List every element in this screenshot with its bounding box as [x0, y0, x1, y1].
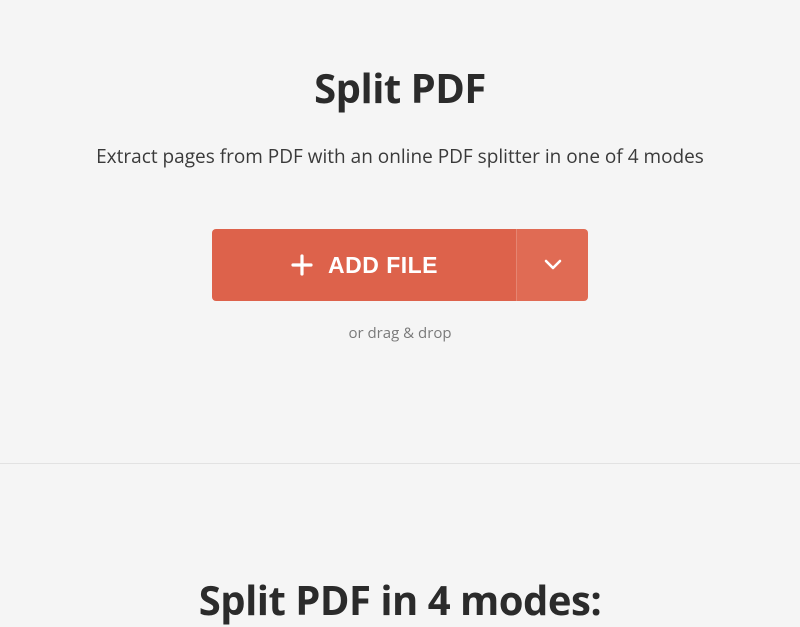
- chevron-down-icon: [541, 252, 565, 279]
- add-file-label: ADD FILE: [328, 252, 438, 279]
- modes-section: Split PDF in 4 modes:: [0, 464, 800, 627]
- add-file-dropdown-button[interactable]: [516, 229, 588, 301]
- modes-title: Split PDF in 4 modes:: [199, 572, 602, 627]
- plus-icon: [290, 253, 314, 277]
- page-title: Split PDF: [0, 60, 800, 115]
- hero-section: Split PDF Extract pages from PDF with an…: [0, 0, 800, 343]
- page-subtitle: Extract pages from PDF with an online PD…: [0, 143, 800, 169]
- add-file-button[interactable]: ADD FILE: [212, 229, 516, 301]
- upload-controls: ADD FILE: [0, 229, 800, 301]
- drag-drop-hint: or drag & drop: [0, 323, 800, 343]
